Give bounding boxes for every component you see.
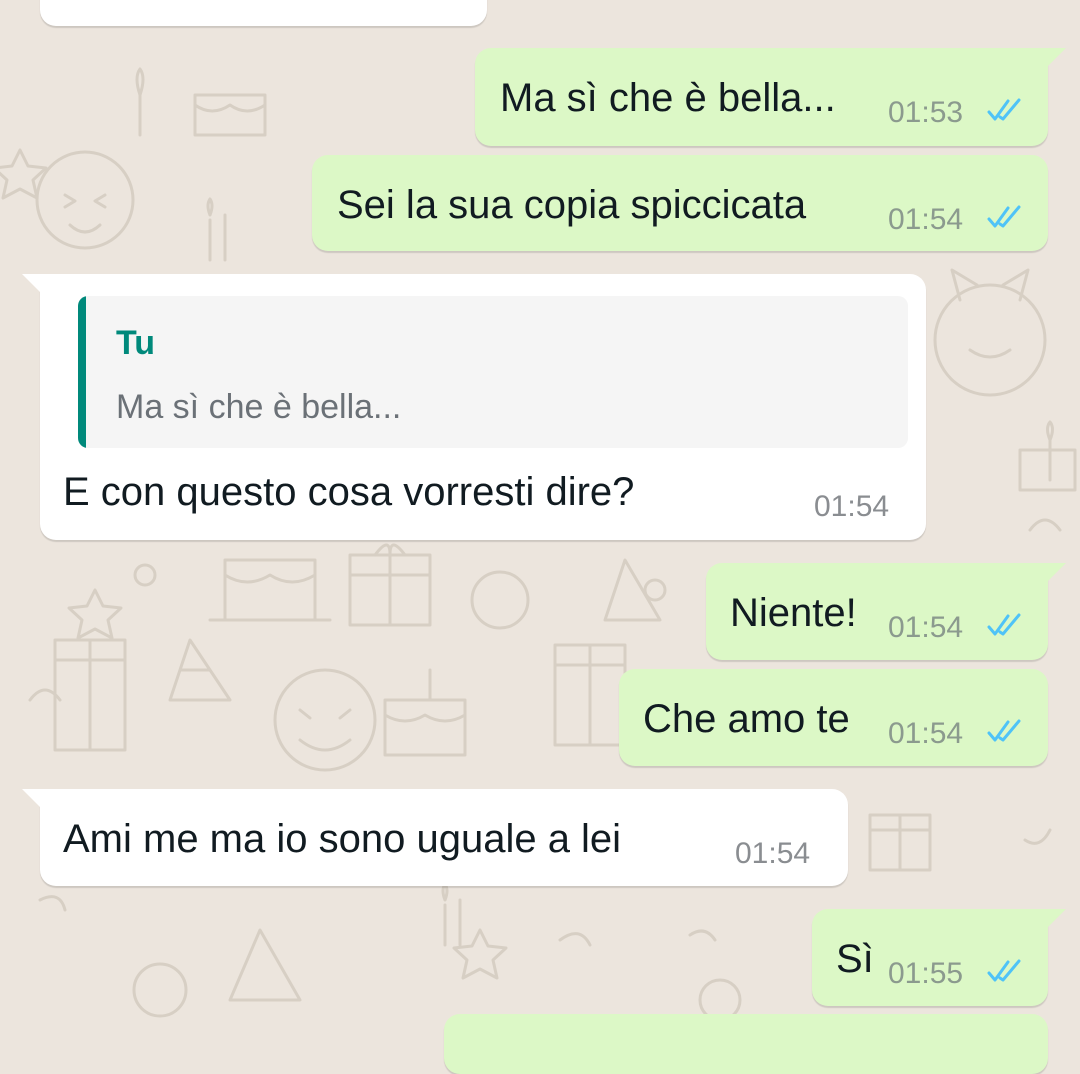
message-time: 01:54 [735,837,811,870]
message-text: Ami me ma io sono uguale a lei [63,817,622,861]
message-text: Niente! [730,591,857,635]
message-time: 01:54 [814,490,890,523]
message-time: 01:53 [888,96,964,129]
message-bubble-partial[interactable] [444,1014,1048,1074]
message-bubble-partial[interactable] [40,0,487,26]
message-text: Sei la sua copia spiccicata [337,183,807,227]
message-text: Che amo te [643,697,850,741]
bubble-tail [22,789,48,815]
bubble-tail [1040,909,1066,935]
message-text: E con questo cosa vorresti dire? [63,470,635,514]
message-time: 01:54 [888,611,964,644]
quote-text: Ma sì che è bella... [116,388,402,426]
double-check-icon [987,205,1023,229]
message-text: Ma sì che è bella... [500,76,836,120]
double-check-icon [987,613,1023,637]
message-bubble-outgoing[interactable]: Che amo te 01:54 [619,669,1048,766]
quote-accent-bar [78,296,86,448]
bubble-tail [22,274,48,300]
message-bubble-outgoing[interactable]: Niente! 01:54 [706,563,1066,660]
message-bubble-outgoing[interactable]: Ma sì che è bella... 01:53 [475,48,1066,146]
bubble-tail [1040,48,1066,74]
quoted-reply[interactable]: Tu Ma sì che è bella... [78,296,908,448]
message-time: 01:54 [888,203,964,236]
double-check-icon [987,719,1023,743]
message-time: 01:54 [888,717,964,750]
message-time: 01:55 [888,957,964,990]
message-bubble-incoming[interactable]: Ami me ma io sono uguale a lei 01:54 [22,789,848,886]
quote-author: Tu [116,324,156,362]
message-bubble-incoming[interactable]: Tu Ma sì che è bella... E con questo cos… [22,274,926,540]
bubble-tail [1040,563,1066,589]
message-text: Sì [836,937,874,981]
double-check-icon [987,959,1023,983]
message-bubble-outgoing[interactable]: Sì 01:55 [812,909,1066,1006]
double-check-icon [987,98,1023,122]
message-bubble-outgoing[interactable]: Sei la sua copia spiccicata 01:54 [312,155,1048,251]
